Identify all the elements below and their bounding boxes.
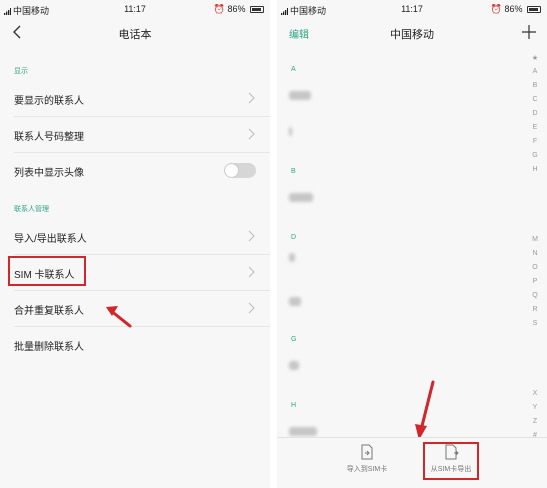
highlight-box xyxy=(423,442,479,480)
battery-icon xyxy=(250,6,264,13)
import-to-sim-label: 导入到SIM卡 xyxy=(346,466,388,473)
blurred-contact-name xyxy=(289,127,292,136)
plus-icon[interactable] xyxy=(521,24,537,40)
alarm-icon: ⏰ xyxy=(213,4,225,14)
index-letter[interactable]: ★ xyxy=(530,54,540,62)
index-letter[interactable]: F xyxy=(530,138,540,145)
index-letter[interactable]: X xyxy=(530,390,540,397)
row-label: 合并重复联系人 xyxy=(14,306,84,317)
contact-item[interactable] xyxy=(289,118,525,148)
index-letter[interactable]: E xyxy=(530,124,540,131)
status-bar: 中国移动 11:17 ⏰ 86% xyxy=(277,0,547,18)
contact-item[interactable] xyxy=(289,184,525,214)
index-letter[interactable]: Q xyxy=(530,292,540,299)
nav-bar: 编辑 中国移动 xyxy=(277,18,547,48)
letter-header-h: H xyxy=(291,402,297,409)
red-arrow-icon xyxy=(415,380,435,440)
alarm-icon: ⏰ xyxy=(490,4,502,14)
row-label: 批量删除联系人 xyxy=(14,342,84,353)
chevron-right-icon xyxy=(248,128,255,140)
blurred-contact-name xyxy=(289,361,299,370)
settings-screen: 中国移动 11:17 ⏰ 86% 电话本 显示 要显示的联系人 联系人号码整理 … xyxy=(0,0,270,488)
row-label: 导入/导出联系人 xyxy=(14,234,87,245)
index-letter[interactable]: O xyxy=(530,264,540,271)
battery-percent: 86% xyxy=(227,4,246,14)
sim-import-icon xyxy=(361,444,373,460)
index-letter[interactable]: A xyxy=(530,68,540,75)
contact-item[interactable] xyxy=(289,82,525,112)
page-title: 电话本 xyxy=(118,29,152,41)
section-header-display: 显示 xyxy=(14,68,28,75)
battery-status: ⏰ 86% xyxy=(214,4,264,15)
red-arrow-icon xyxy=(106,306,132,328)
chevron-right-icon xyxy=(248,266,255,278)
letter-header-b: B xyxy=(291,168,296,175)
contacts-screen: 中国移动 11:17 ⏰ 86% 编辑 中国移动 A B D G H ★ A B… xyxy=(277,0,547,488)
battery-icon xyxy=(527,6,541,13)
section-header-manage: 联系人管理 xyxy=(14,206,49,213)
bottom-toolbar: 导入到SIM卡 从SIM卡导出 xyxy=(277,437,547,488)
battery-status: ⏰ 86% xyxy=(491,4,541,15)
index-letter[interactable]: P xyxy=(530,278,540,285)
row-number-tidy[interactable]: 联系人号码整理 xyxy=(0,116,270,152)
row-show-avatar: 列表中显示头像 xyxy=(0,152,270,188)
battery-percent: 86% xyxy=(504,4,523,14)
blurred-contact-name xyxy=(289,193,313,202)
index-letter[interactable]: S xyxy=(530,320,540,327)
highlight-box xyxy=(8,256,86,286)
contact-item[interactable] xyxy=(289,244,525,274)
index-letter[interactable]: Z xyxy=(530,418,540,425)
row-import-export[interactable]: 导入/导出联系人 xyxy=(0,218,270,254)
chevron-right-icon xyxy=(248,230,255,242)
nav-bar: 电话本 xyxy=(0,18,270,48)
blurred-contact-name xyxy=(289,297,301,306)
row-label: 列表中显示头像 xyxy=(14,168,84,179)
chevron-right-icon xyxy=(248,92,255,104)
index-letter[interactable]: G xyxy=(530,152,540,159)
letter-header-d: D xyxy=(291,234,297,241)
row-label: 要显示的联系人 xyxy=(14,96,84,107)
blurred-contact-name xyxy=(289,253,295,262)
index-letter[interactable]: M xyxy=(530,236,540,243)
index-letter[interactable]: Y xyxy=(530,404,540,411)
letter-header-a: A xyxy=(291,66,296,73)
row-label: 联系人号码整理 xyxy=(14,132,84,143)
row-visible-contacts[interactable]: 要显示的联系人 xyxy=(0,80,270,116)
blurred-contact-name xyxy=(289,427,317,436)
contact-item[interactable] xyxy=(289,288,525,318)
import-to-sim-button[interactable]: 导入到SIM卡 xyxy=(327,444,407,474)
index-letter[interactable]: N xyxy=(530,250,540,257)
index-letter[interactable]: R xyxy=(530,306,540,313)
index-letter[interactable]: H xyxy=(530,166,540,173)
letter-header-g: G xyxy=(291,336,297,343)
index-letter[interactable]: C xyxy=(530,96,540,103)
chevron-right-icon xyxy=(248,302,255,314)
index-letter[interactable]: D xyxy=(530,110,540,117)
status-bar: 中国移动 11:17 ⏰ 86% xyxy=(0,0,270,18)
index-letter[interactable]: B xyxy=(530,82,540,89)
avatar-toggle[interactable] xyxy=(224,163,256,178)
page-title: 中国移动 xyxy=(390,29,434,41)
toggle-knob xyxy=(225,164,238,177)
blurred-contact-name xyxy=(289,91,311,100)
